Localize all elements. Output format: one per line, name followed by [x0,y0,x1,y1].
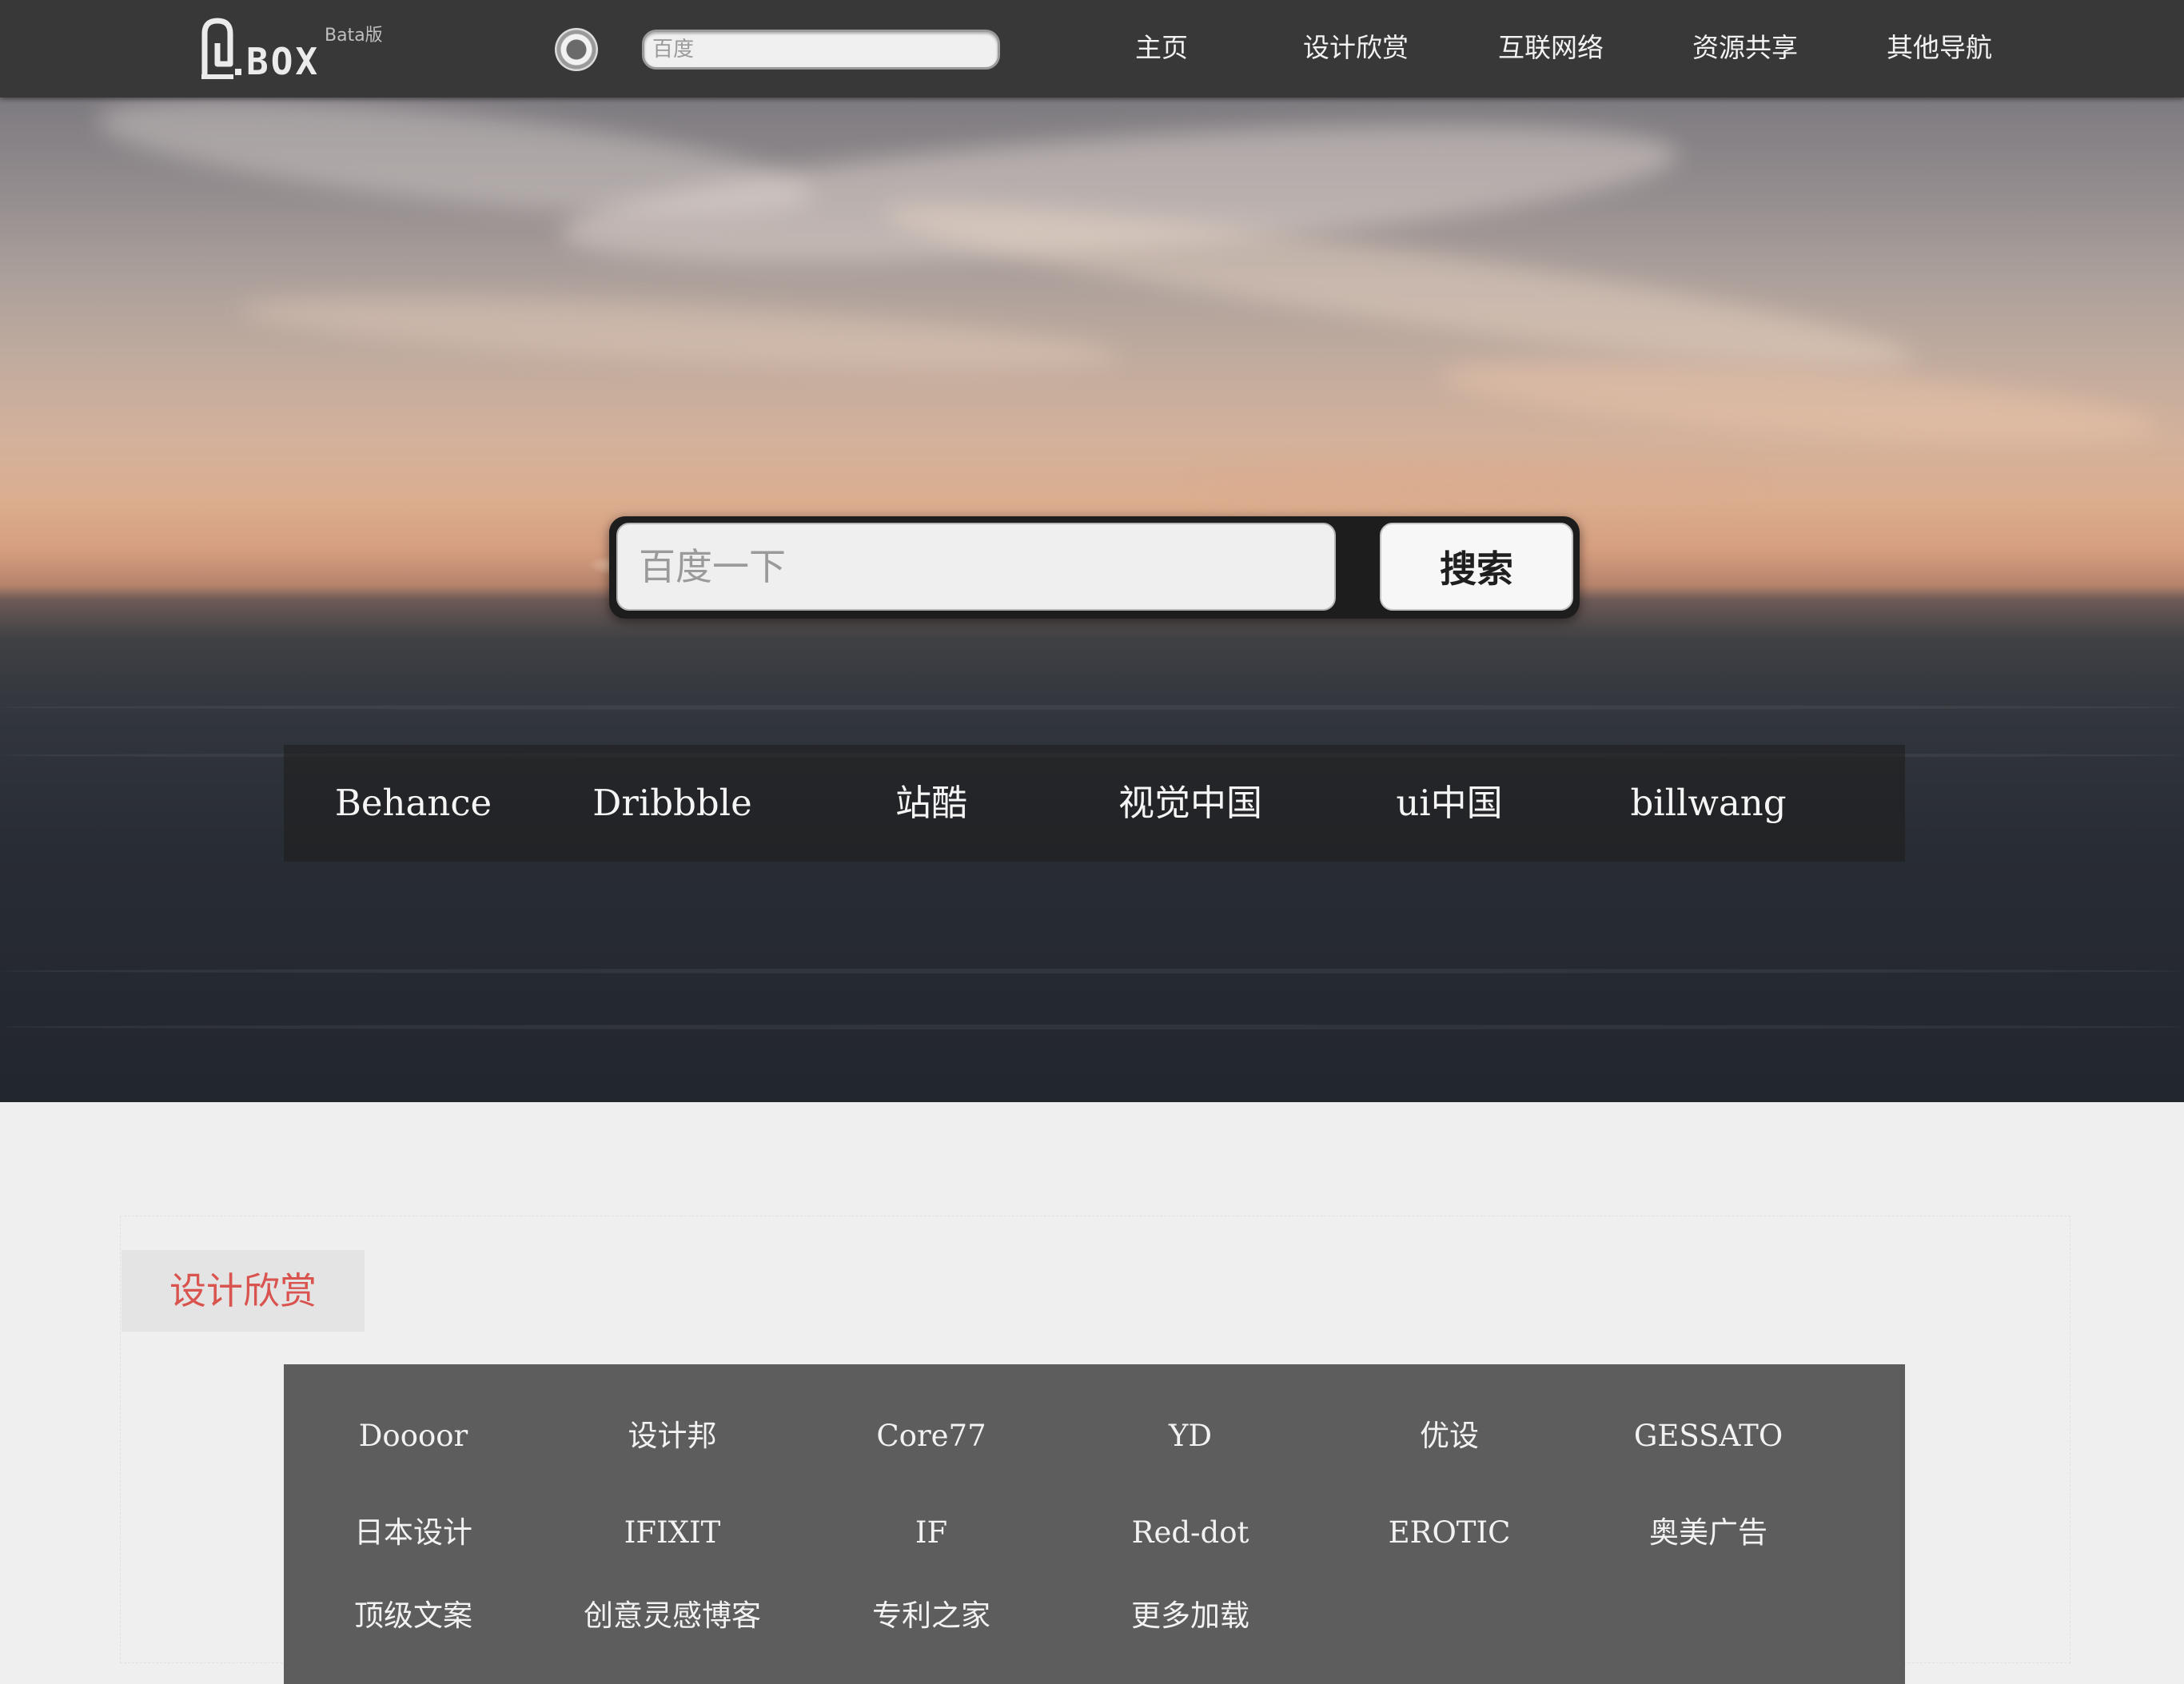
quick-links-bar: Behance Dribbble 站酷 视觉中国 ui中国 billwang [284,745,1905,862]
grid-link[interactable]: YD [1061,1408,1320,1464]
main-search-box: 搜索 [609,516,1580,619]
grid-link[interactable]: 优设 [1320,1408,1579,1464]
search-engine-toggle-icon[interactable] [555,28,598,71]
logo-mark-icon [201,18,241,79]
grid-link[interactable]: 日本设计 [284,1505,543,1561]
top-search-input[interactable] [642,30,1000,70]
quick-link-dribbble[interactable]: Dribbble [543,745,802,862]
section-title[interactable]: 设计欣赏 [122,1250,365,1332]
main-search-button[interactable]: 搜索 [1380,523,1573,611]
quick-link-vcg[interactable]: 视觉中国 [1061,745,1320,862]
grid-link[interactable]: 顶级文案 [284,1588,543,1644]
grid-link[interactable]: 设计邦 [543,1408,802,1464]
main-nav: 主页 设计欣赏 互联网络 资源共享 其他导航 [1103,0,2031,98]
grid-link[interactable]: 专利之家 [802,1588,1061,1644]
logo-beta-label: Bata版 [325,26,383,46]
quick-link-behance[interactable]: Behance [284,745,543,862]
wave-glint [0,1025,2184,1029]
grid-link[interactable]: 创意灵感博客 [543,1588,802,1644]
grid-link[interactable]: Red-dot [1061,1505,1320,1561]
sky-cloud [238,282,1121,384]
grid-link[interactable]: GESSATO [1579,1408,1838,1464]
main-search-input[interactable] [616,523,1336,611]
wave-glint [0,705,2184,710]
grid-link[interactable]: IFIXIT [543,1505,802,1561]
quick-link-uichina[interactable]: ui中国 [1320,745,1579,862]
grid-link[interactable]: IF [802,1505,1061,1561]
site-logo[interactable]: BOX Bata版 [198,16,398,85]
grid-link[interactable]: 更多加载 [1061,1588,1320,1644]
sky-cloud [1199,465,1759,505]
nav-item-others[interactable]: 其他导航 [1887,30,1992,66]
top-navbar: BOX Bata版 主页 设计欣赏 互联网络 资源共享 其他导航 [0,0,2184,98]
grid-link[interactable]: Core77 [802,1408,1061,1464]
grid-link[interactable]: 奥美广告 [1579,1505,1838,1561]
wave-glint [0,969,2184,973]
grid-link[interactable]: EROTIC [1320,1505,1579,1561]
quick-link-zcool[interactable]: 站酷 [802,745,1061,862]
quick-link-billwang[interactable]: billwang [1579,745,1838,862]
nav-item-internet[interactable]: 互联网络 [1498,30,1604,66]
design-links-grid: Doooor 设计邦 Core77 YD 优设 GESSATO 日本设计 IFI… [284,1364,1905,1684]
grid-link[interactable]: Doooor [284,1408,543,1464]
logo-text: BOX [246,40,321,83]
hero-banner: 搜索 Behance Dribbble 站酷 视觉中国 ui中国 billwan… [0,98,2184,1102]
nav-item-resources[interactable]: 资源共享 [1692,30,1798,66]
nav-item-home[interactable]: 主页 [1135,30,1188,66]
nav-item-design[interactable]: 设计欣赏 [1303,30,1409,66]
